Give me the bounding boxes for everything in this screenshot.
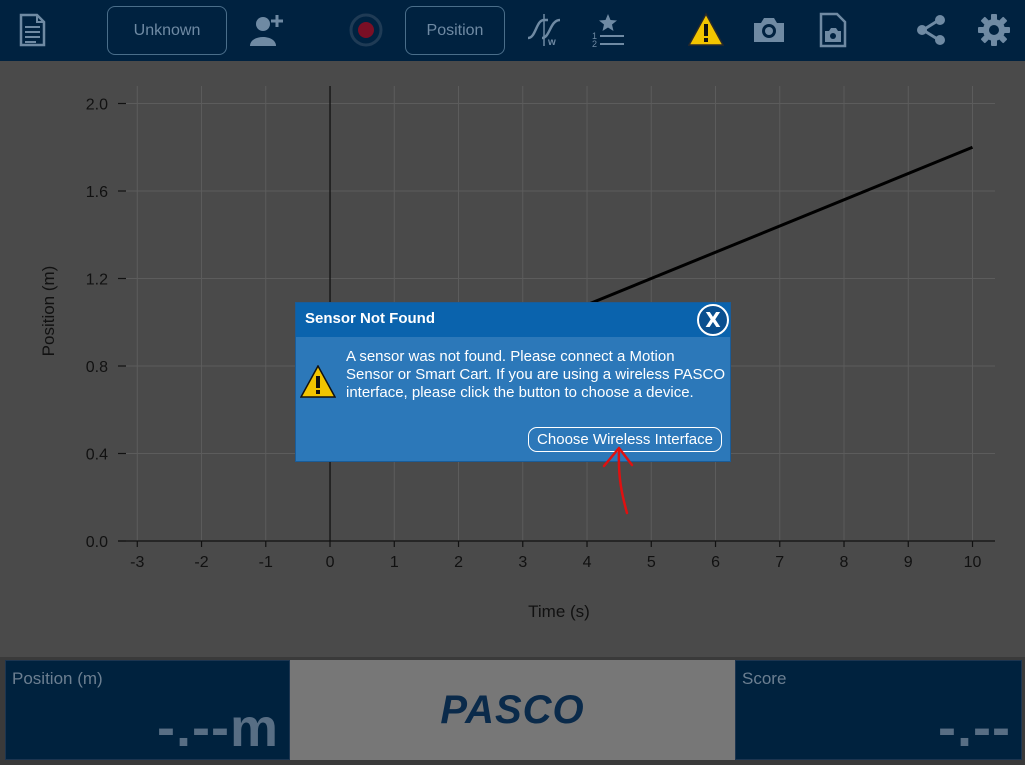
x-tick-label: 8 bbox=[840, 554, 849, 571]
close-icon[interactable]: X bbox=[697, 304, 729, 336]
choose-wireless-interface-label: Choose Wireless Interface bbox=[537, 431, 713, 448]
svg-text:2: 2 bbox=[592, 39, 597, 48]
pasco-logo: PASCO bbox=[440, 687, 585, 732]
position-readout[interactable]: Position (m) -.--m bbox=[5, 660, 290, 760]
add-user-icon[interactable] bbox=[248, 12, 284, 48]
x-axis-label: Time (s) bbox=[528, 602, 590, 621]
toolbar: Unknown Position w 1 2 bbox=[0, 0, 1025, 61]
sensor-button[interactable]: Unknown bbox=[107, 6, 227, 55]
x-tick-label: 9 bbox=[904, 554, 913, 571]
share-icon[interactable] bbox=[913, 12, 949, 48]
x-tick-label: 6 bbox=[711, 554, 720, 571]
x-tick-label: 3 bbox=[518, 554, 527, 571]
dialog-title: Sensor Not Found bbox=[305, 310, 435, 327]
ranking-icon[interactable]: 1 2 bbox=[590, 12, 626, 48]
document-icon[interactable] bbox=[14, 12, 50, 48]
measurement-button-label: Position bbox=[426, 21, 484, 39]
y-tick-label: 2.0 bbox=[86, 97, 108, 114]
logo-area: PASCO bbox=[290, 660, 735, 760]
sensor-not-found-dialog: Sensor Not Found X A sensor was not foun… bbox=[295, 302, 731, 462]
warning-icon bbox=[300, 365, 336, 398]
y-axis-label: Position (m) bbox=[39, 266, 58, 357]
x-tick-label: 1 bbox=[390, 554, 399, 571]
y-tick-label: 0.0 bbox=[86, 534, 108, 551]
y-tick-label: 1.6 bbox=[86, 184, 108, 201]
curve-fit-icon[interactable]: w bbox=[526, 12, 562, 48]
x-tick-label: 5 bbox=[647, 554, 656, 571]
choose-wireless-interface-button[interactable]: Choose Wireless Interface bbox=[528, 427, 722, 452]
y-tick-label: 1.2 bbox=[86, 272, 108, 289]
score-readout[interactable]: Score -.-- bbox=[735, 660, 1022, 760]
x-tick-label: 7 bbox=[775, 554, 784, 571]
bottom-bar: Position (m) -.--m PASCO Score -.-- bbox=[0, 657, 1025, 765]
dialog-header: Sensor Not Found X bbox=[296, 303, 730, 337]
y-tick-label: 0.4 bbox=[86, 447, 108, 464]
snapshot-icon[interactable] bbox=[815, 12, 851, 48]
x-tick-label: -1 bbox=[259, 554, 273, 571]
sensor-button-label: Unknown bbox=[133, 21, 201, 39]
x-tick-label: 2 bbox=[454, 554, 463, 571]
warning-icon[interactable] bbox=[688, 12, 724, 48]
x-tick-label: 10 bbox=[964, 554, 982, 571]
score-readout-label: Score bbox=[742, 669, 787, 688]
position-readout-label: Position (m) bbox=[12, 669, 103, 688]
position-readout-value: -.--m bbox=[157, 698, 279, 758]
close-label: X bbox=[705, 308, 721, 332]
x-tick-label: -2 bbox=[194, 554, 208, 571]
score-readout-value: -.-- bbox=[938, 698, 1011, 758]
settings-icon[interactable] bbox=[976, 12, 1012, 48]
x-tick-label: 0 bbox=[326, 554, 335, 571]
svg-text:w: w bbox=[547, 37, 556, 48]
x-tick-label: 4 bbox=[583, 554, 592, 571]
camera-icon[interactable] bbox=[751, 12, 787, 48]
measurement-button[interactable]: Position bbox=[405, 6, 505, 55]
x-tick-label: -3 bbox=[130, 554, 144, 571]
y-tick-label: 0.8 bbox=[86, 359, 108, 376]
dialog-message: A sensor was not found. Please connect a… bbox=[346, 348, 726, 401]
record-icon[interactable] bbox=[348, 12, 384, 48]
